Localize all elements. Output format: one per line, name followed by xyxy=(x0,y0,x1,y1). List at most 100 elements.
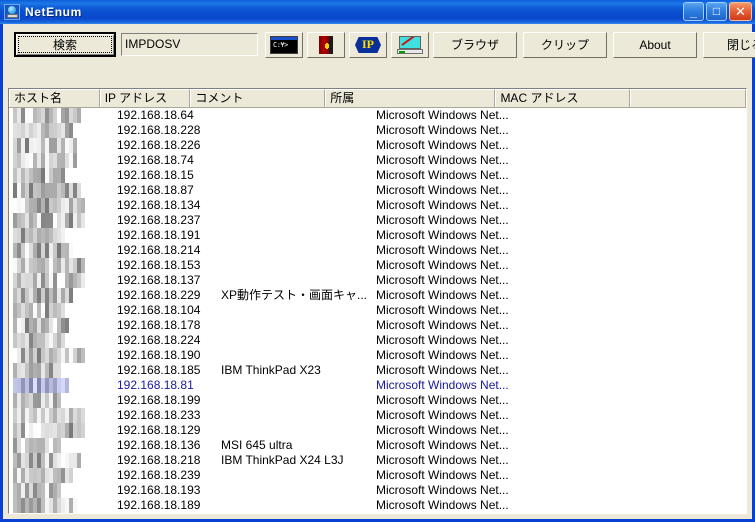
table-row[interactable]: 192.168.18.189 Microsoft Windows Net... xyxy=(9,498,746,513)
cell-comment xyxy=(217,393,372,408)
cell-mac xyxy=(568,228,723,243)
redacted-hostname xyxy=(13,423,85,438)
table-row[interactable]: 192.168.18.87 Microsoft Windows Net... xyxy=(9,183,746,198)
toolbar: 検索 IMPDOSV C:¥> IP ブラウザ クリップ About 閉じ xyxy=(3,0,755,58)
cell-hostname xyxy=(9,483,113,498)
cell-ip: 192.168.18.134 xyxy=(117,198,201,212)
cell-hostname xyxy=(9,318,113,333)
cell-mac xyxy=(568,138,723,153)
command-prompt-button[interactable]: C:¥> xyxy=(265,32,303,58)
clip-button[interactable]: クリップ xyxy=(523,32,607,58)
cell-hostname xyxy=(9,288,113,303)
cell-mac xyxy=(568,438,723,453)
table-row[interactable]: 192.168.18.81 Microsoft Windows Net... xyxy=(9,378,746,393)
redacted-hostname xyxy=(13,378,69,393)
close-window-button[interactable]: 閉じる xyxy=(703,32,755,58)
table-row[interactable]: 192.168.18.185 IBM ThinkPad X23 Microsoft … xyxy=(9,363,746,378)
cell-group: Microsoft Windows Net... xyxy=(376,288,509,302)
cell-group: Microsoft Windows Net... xyxy=(376,393,509,407)
table-row[interactable]: 192.168.18.214 Microsoft Windows Net... xyxy=(9,243,746,258)
redacted-hostname xyxy=(13,108,81,123)
table-row[interactable]: 192.168.18.74 Microsoft Windows Net... xyxy=(9,153,746,168)
cell-ip: 192.168.18.153 xyxy=(117,258,201,272)
search-button[interactable]: 検索 xyxy=(14,32,116,57)
cell-group: Microsoft Windows Net... xyxy=(376,483,509,497)
search-input[interactable]: IMPDOSV xyxy=(121,33,258,56)
cell-mac xyxy=(568,468,723,483)
cell-group: Microsoft Windows Net... xyxy=(376,318,509,332)
command-prompt-icon-text: C:¥> xyxy=(273,41,288,49)
cell-hostname xyxy=(9,258,113,273)
cell-group: Microsoft Windows Net... xyxy=(376,243,509,257)
table-row[interactable]: 192.168.18.233 Microsoft Windows Net... xyxy=(9,408,746,423)
table-row[interactable]: 192.168.18.193 Microsoft Windows Net... xyxy=(9,483,746,498)
redacted-hostname xyxy=(13,438,61,453)
browser-button[interactable]: ブラウザ xyxy=(433,32,517,58)
table-row[interactable]: 192.168.18.237 Microsoft Windows Net... xyxy=(9,213,746,228)
about-button[interactable]: About xyxy=(613,32,697,58)
exit-door-button[interactable] xyxy=(307,32,345,58)
redacted-hostname xyxy=(13,228,65,243)
cell-mac xyxy=(568,393,723,408)
cell-ip: 192.168.18.87 xyxy=(117,183,194,197)
monitor-button[interactable] xyxy=(391,32,429,58)
cell-comment xyxy=(217,183,372,198)
table-row[interactable]: 192.168.18.153 Microsoft Windows Net... xyxy=(9,258,746,273)
table-row[interactable]: 192.168.18.218 IBM ThinkPad X24 L3J Micros… xyxy=(9,453,746,468)
cell-group: Microsoft Windows Net... xyxy=(376,408,509,422)
table-row[interactable]: 192.168.18.190 Microsoft Windows Net... xyxy=(9,348,746,363)
table-row[interactable]: 192.168.18.134 Microsoft Windows Net... xyxy=(9,198,746,213)
list-body[interactable]: 192.168.18.64 Microsoft Windows Net... 192… xyxy=(9,108,746,513)
table-row[interactable]: 192.168.18.137 Microsoft Windows Net... xyxy=(9,273,746,288)
column-header-comment[interactable]: コメント xyxy=(190,89,326,107)
cell-group: Microsoft Windows Net... xyxy=(376,198,509,212)
table-row[interactable]: 192.168.18.129 Microsoft Windows Net... xyxy=(9,423,746,438)
cell-hostname xyxy=(9,138,113,153)
table-row[interactable]: 192.168.18.229 XP動作テスト・画面キャ... Microsoft W… xyxy=(9,288,746,303)
cell-comment: XP動作テスト・画面キャ... xyxy=(221,288,368,302)
table-row[interactable]: 192.168.18.178 Microsoft Windows Net... xyxy=(9,318,746,333)
column-header-host[interactable]: ホスト名 xyxy=(9,89,100,107)
table-row[interactable]: 192.168.18.228 Microsoft Windows Net... xyxy=(9,123,746,138)
ip-badge-icon-text: IP xyxy=(362,37,374,51)
cell-hostname xyxy=(9,393,113,408)
table-row[interactable]: 192.168.18.199 Microsoft Windows Net... xyxy=(9,393,746,408)
redacted-hostname xyxy=(13,303,65,318)
cell-mac xyxy=(568,423,723,438)
cell-ip: 192.168.18.193 xyxy=(117,483,201,497)
redacted-hostname xyxy=(13,258,85,273)
cell-comment xyxy=(217,333,372,348)
column-header-mac[interactable]: MAC アドレス xyxy=(495,89,631,107)
cell-mac xyxy=(568,378,723,393)
cell-group: Microsoft Windows Net... xyxy=(376,378,509,392)
cell-hostname xyxy=(9,213,113,228)
cell-hostname xyxy=(9,198,113,213)
cell-mac xyxy=(568,303,723,318)
redacted-hostname xyxy=(13,288,73,303)
ip-button[interactable]: IP xyxy=(349,32,387,58)
table-row[interactable]: 192.168.18.136 MSI 645 ultra Microsoft Win… xyxy=(9,438,746,453)
table-row[interactable]: 192.168.18.224 Microsoft Windows Net... xyxy=(9,333,746,348)
redacted-hostname xyxy=(13,138,77,153)
column-header-group[interactable]: 所属 xyxy=(325,89,496,107)
table-row[interactable]: 192.168.18.104 Microsoft Windows Net... xyxy=(9,303,746,318)
cell-hostname xyxy=(9,438,113,453)
table-row[interactable]: 192.168.18.15 Microsoft Windows Net... xyxy=(9,168,746,183)
column-header-pad[interactable] xyxy=(630,89,746,107)
cell-hostname xyxy=(9,468,113,483)
cell-ip: 192.168.18.129 xyxy=(117,423,201,437)
cell-hostname xyxy=(9,108,113,123)
host-list[interactable]: ホスト名 IP アドレス コメント 所属 MAC アドレス 192.168.18.64 M… xyxy=(8,88,747,514)
cell-comment xyxy=(217,348,372,363)
table-row[interactable]: 192.168.18.64 Microsoft Windows Net... xyxy=(9,108,746,123)
cell-comment: IBM ThinkPad X24 L3J xyxy=(221,453,344,467)
cell-comment xyxy=(217,498,372,513)
cell-mac xyxy=(568,348,723,363)
table-row[interactable]: 192.168.18.226 Microsoft Windows Net... xyxy=(9,138,746,153)
table-row[interactable]: 192.168.18.191 Microsoft Windows Net... xyxy=(9,228,746,243)
redacted-hostname xyxy=(13,408,85,423)
cell-ip: 192.168.18.226 xyxy=(117,138,201,152)
cell-ip: 192.168.18.185 xyxy=(117,363,201,377)
column-header-ip[interactable]: IP アドレス xyxy=(99,89,191,107)
table-row[interactable]: 192.168.18.239 Microsoft Windows Net... xyxy=(9,468,746,483)
